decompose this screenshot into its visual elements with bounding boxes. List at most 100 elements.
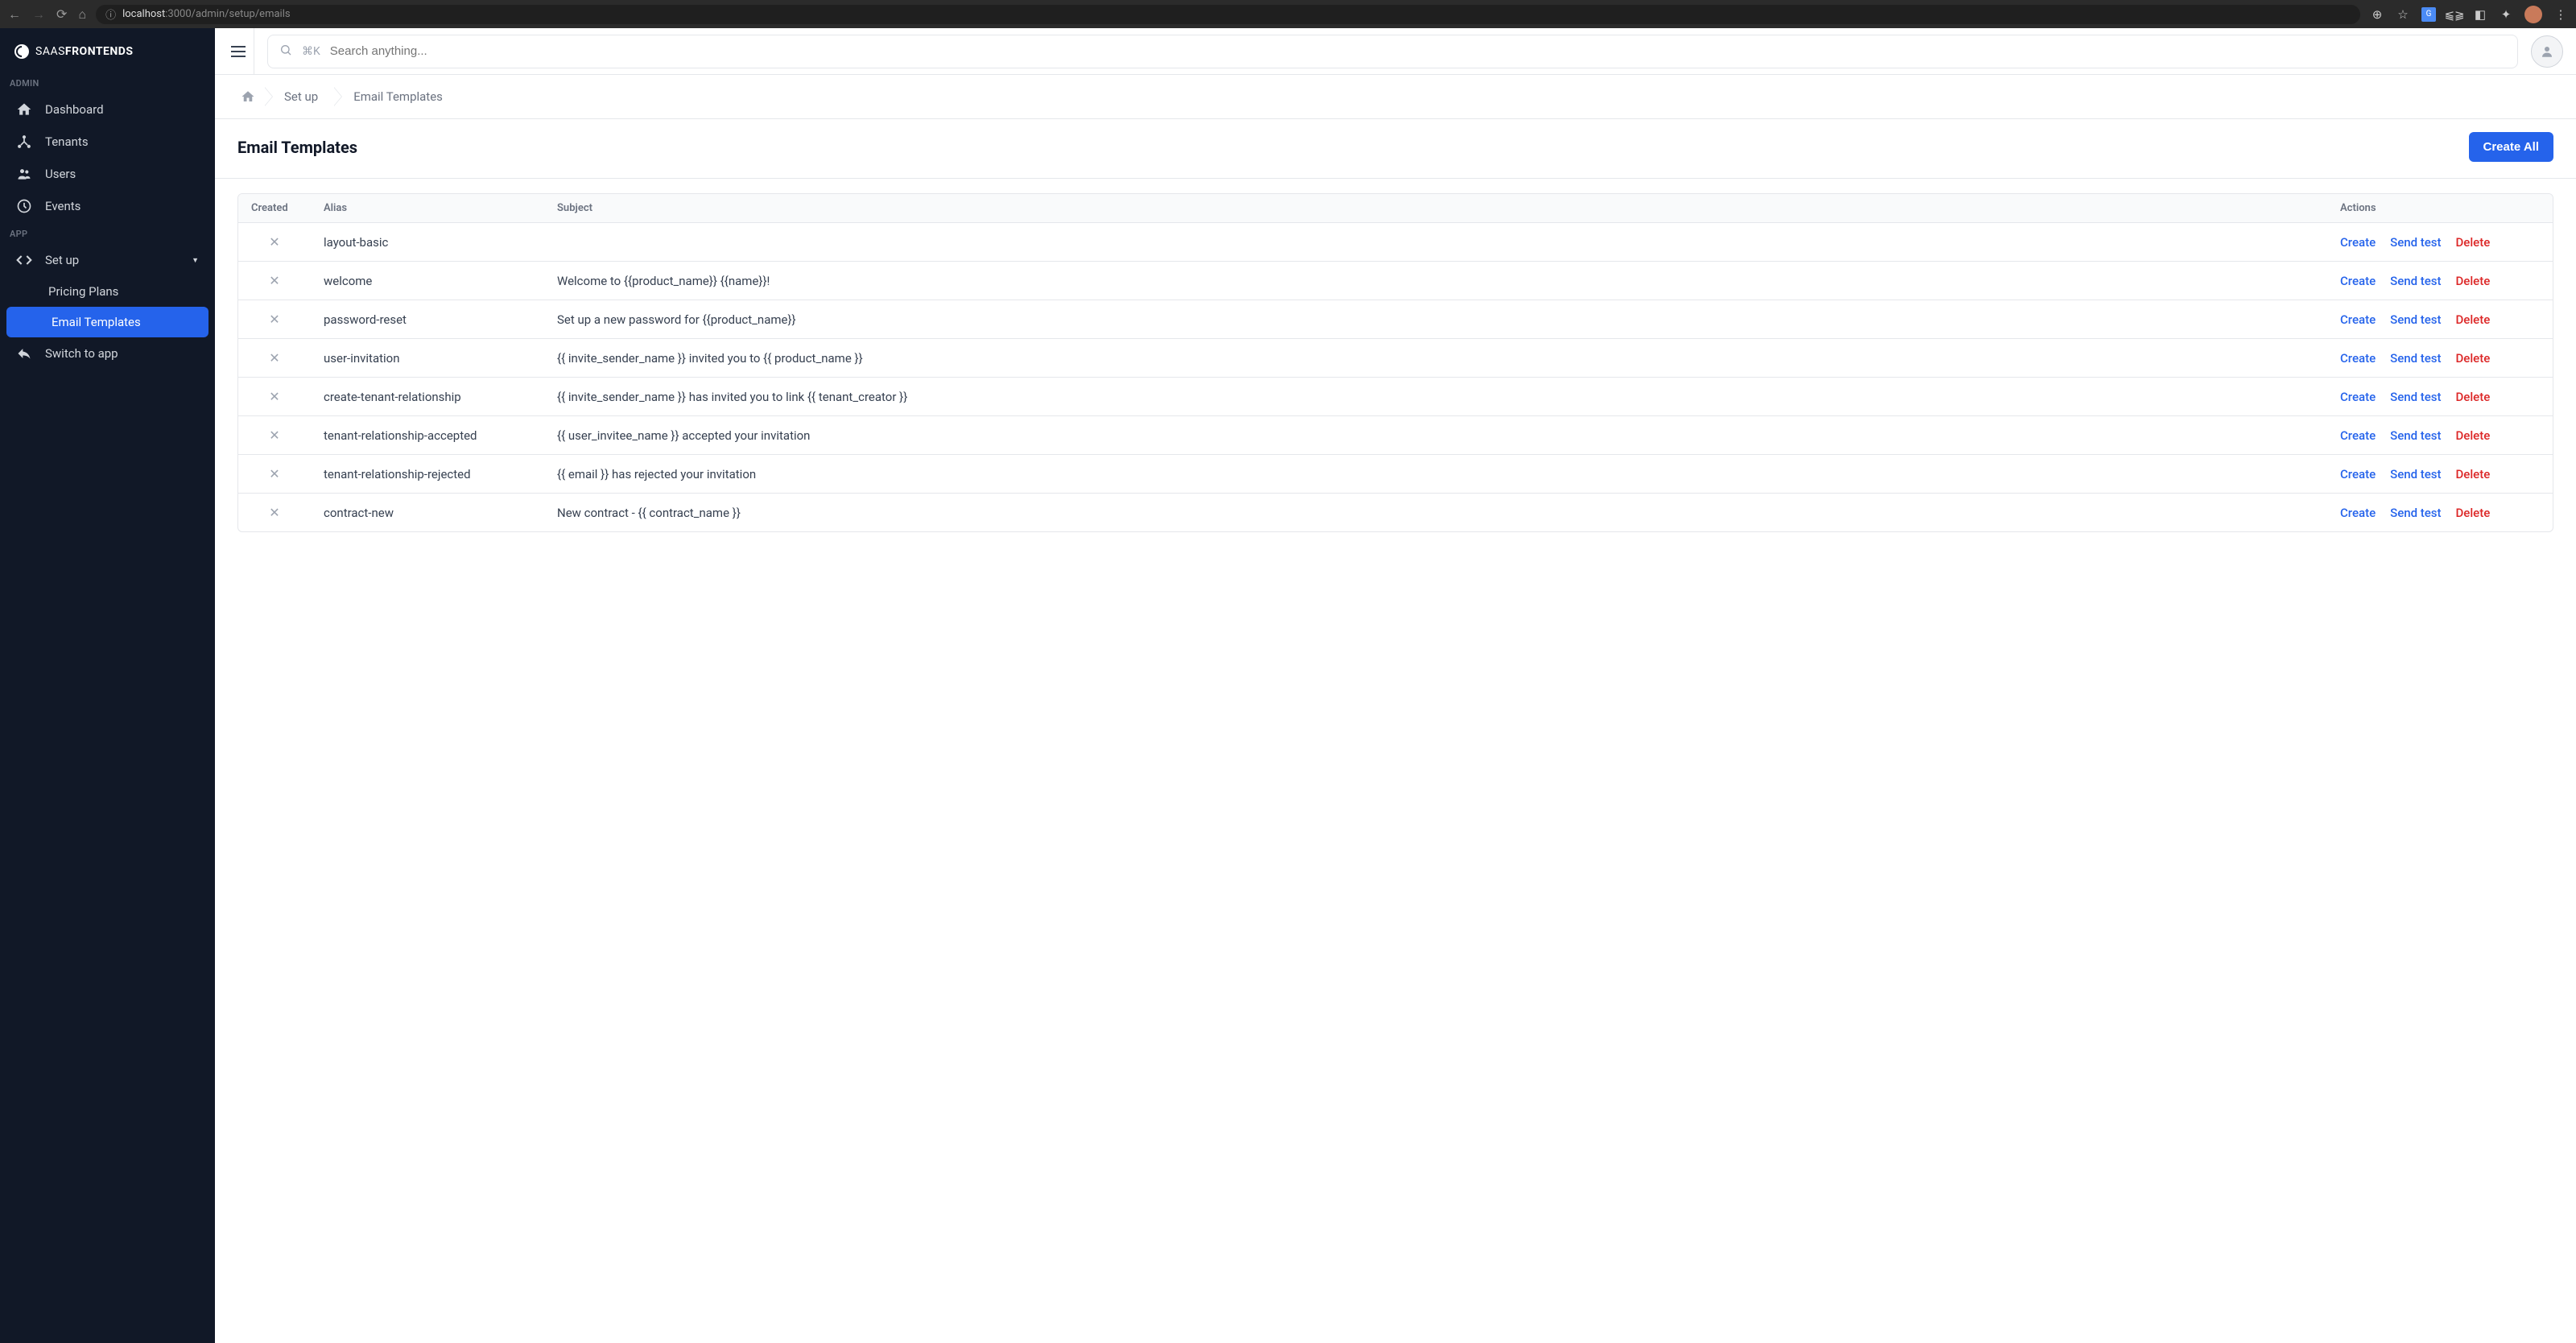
delete-link[interactable]: Delete xyxy=(2456,351,2491,366)
create-link[interactable]: Create xyxy=(2340,506,2376,520)
table-row: ✕ contract-new New contract - {{ contrac… xyxy=(238,494,2553,531)
create-all-button[interactable]: Create All xyxy=(2469,132,2553,162)
reply-icon xyxy=(16,345,32,362)
create-link[interactable]: Create xyxy=(2340,390,2376,404)
send-test-link[interactable]: Send test xyxy=(2390,506,2441,520)
page-title: Email Templates xyxy=(237,138,357,157)
send-test-link[interactable]: Send test xyxy=(2390,274,2441,288)
cell-alias: user-invitation xyxy=(311,339,544,378)
breadcrumb-setup[interactable]: Set up xyxy=(273,85,334,109)
table-row: ✕ tenant-relationship-accepted {{ user_i… xyxy=(238,416,2553,455)
delete-link[interactable]: Delete xyxy=(2456,274,2491,288)
x-icon: ✕ xyxy=(269,428,279,443)
sidebar-item-switch[interactable]: Switch to app xyxy=(0,337,215,370)
delete-link[interactable]: Delete xyxy=(2456,428,2491,443)
send-test-link[interactable]: Send test xyxy=(2390,428,2441,443)
cell-subject: {{ user_invitee_name }} accepted your in… xyxy=(544,416,2327,455)
extension-icons: ⊕ ☆ G ⫹⫺ ◧ ✦ ⋮ xyxy=(2370,6,2568,23)
profile-avatar[interactable] xyxy=(2524,6,2542,23)
hamburger-button[interactable] xyxy=(228,28,254,74)
table-row: ✕ layout-basic Create Send test Delete xyxy=(238,223,2553,262)
sidebar-item-users[interactable]: Users xyxy=(0,158,215,190)
cell-alias: layout-basic xyxy=(311,223,544,262)
logo-text: SAASFRONTENDS xyxy=(35,45,134,58)
cell-actions: Create Send test Delete xyxy=(2327,223,2553,262)
table-row: ✕ user-invitation {{ invite_sender_name … xyxy=(238,339,2553,378)
create-link[interactable]: Create xyxy=(2340,312,2376,327)
create-link[interactable]: Create xyxy=(2340,428,2376,443)
sidebar-item-setup[interactable]: Set up ▼ xyxy=(0,244,215,276)
bookmark-icon[interactable]: ☆ xyxy=(2396,7,2410,22)
zoom-icon[interactable]: ⊕ xyxy=(2370,7,2384,22)
cell-created: ✕ xyxy=(238,262,311,300)
browser-nav: ← → ⟳ ⌂ xyxy=(8,6,86,23)
menu-dots-icon[interactable]: ⋮ xyxy=(2553,7,2568,22)
x-icon: ✕ xyxy=(269,234,279,250)
sidebar-item-events[interactable]: Events xyxy=(0,190,215,222)
table-row: ✕ create-tenant-relationship {{ invite_s… xyxy=(238,378,2553,416)
cell-alias: contract-new xyxy=(311,494,544,531)
create-link[interactable]: Create xyxy=(2340,235,2376,250)
sidebar-logo[interactable]: SAASFRONTENDS xyxy=(0,28,215,72)
translate-icon[interactable]: G xyxy=(2421,7,2436,22)
sidebar-item-tenants[interactable]: Tenants xyxy=(0,126,215,158)
delete-link[interactable]: Delete xyxy=(2456,506,2491,520)
sidebar-item-pricing-plans[interactable]: Pricing Plans xyxy=(0,276,215,307)
table-row: ✕ password-reset Set up a new password f… xyxy=(238,300,2553,339)
create-link[interactable]: Create xyxy=(2340,351,2376,366)
cell-created: ✕ xyxy=(238,339,311,378)
cell-subject: Set up a new password for {{product_name… xyxy=(544,300,2327,339)
x-icon: ✕ xyxy=(269,466,279,481)
chevron-down-icon: ▼ xyxy=(192,256,199,265)
cell-actions: Create Send test Delete xyxy=(2327,300,2553,339)
forward-icon[interactable]: → xyxy=(32,6,45,23)
cell-alias: welcome xyxy=(311,262,544,300)
url-text: localhost:3000/admin/setup/emails xyxy=(122,8,290,20)
cell-created: ✕ xyxy=(238,494,311,531)
delete-link[interactable]: Delete xyxy=(2456,467,2491,481)
search-box[interactable]: ⌘K xyxy=(267,35,2518,68)
reload-icon[interactable]: ⟳ xyxy=(56,6,67,22)
cell-alias: tenant-relationship-accepted xyxy=(311,416,544,455)
send-test-link[interactable]: Send test xyxy=(2390,312,2441,327)
clock-icon xyxy=(16,198,32,214)
create-link[interactable]: Create xyxy=(2340,467,2376,481)
user-avatar[interactable] xyxy=(2531,35,2563,68)
send-test-link[interactable]: Send test xyxy=(2390,390,2441,404)
x-icon: ✕ xyxy=(269,505,279,520)
delete-link[interactable]: Delete xyxy=(2456,390,2491,404)
house-icon xyxy=(16,101,32,118)
sidebar-item-email-templates[interactable]: Email Templates xyxy=(6,307,208,337)
search-input[interactable] xyxy=(330,44,2506,58)
search-icon xyxy=(279,43,292,60)
url-bar[interactable]: ⓘ localhost:3000/admin/setup/emails xyxy=(96,5,2360,24)
section-app: APP xyxy=(0,222,215,244)
breadcrumb-home[interactable] xyxy=(237,85,265,109)
breadcrumb: Set up Email Templates xyxy=(215,75,2576,119)
create-link[interactable]: Create xyxy=(2340,274,2376,288)
users-icon xyxy=(16,166,32,182)
cell-actions: Create Send test Delete xyxy=(2327,494,2553,531)
sidebar-item-dashboard[interactable]: Dashboard xyxy=(0,93,215,126)
send-test-link[interactable]: Send test xyxy=(2390,351,2441,366)
home-icon[interactable]: ⌂ xyxy=(78,6,86,23)
dropbox-icon[interactable]: ⫹⫺ xyxy=(2447,7,2462,22)
send-test-link[interactable]: Send test xyxy=(2390,235,2441,250)
puzzle-icon[interactable]: ✦ xyxy=(2499,7,2513,22)
x-icon: ✕ xyxy=(269,312,279,327)
cell-actions: Create Send test Delete xyxy=(2327,262,2553,300)
delete-link[interactable]: Delete xyxy=(2456,312,2491,327)
cell-created: ✕ xyxy=(238,416,311,455)
back-icon[interactable]: ← xyxy=(8,6,21,23)
delete-link[interactable]: Delete xyxy=(2456,235,2491,250)
cell-subject: Welcome to {{product_name}} {{name}}! xyxy=(544,262,2327,300)
cell-alias: password-reset xyxy=(311,300,544,339)
cell-created: ✕ xyxy=(238,455,311,494)
breadcrumb-sep xyxy=(265,87,273,106)
ext2-icon[interactable]: ◧ xyxy=(2473,7,2487,22)
th-created: Created xyxy=(238,194,311,223)
app-container: SAASFRONTENDS ADMIN Dashboard Tenants Us… xyxy=(0,28,2576,1343)
cell-subject: {{ email }} has rejected your invitation xyxy=(544,455,2327,494)
cell-actions: Create Send test Delete xyxy=(2327,378,2553,416)
send-test-link[interactable]: Send test xyxy=(2390,467,2441,481)
